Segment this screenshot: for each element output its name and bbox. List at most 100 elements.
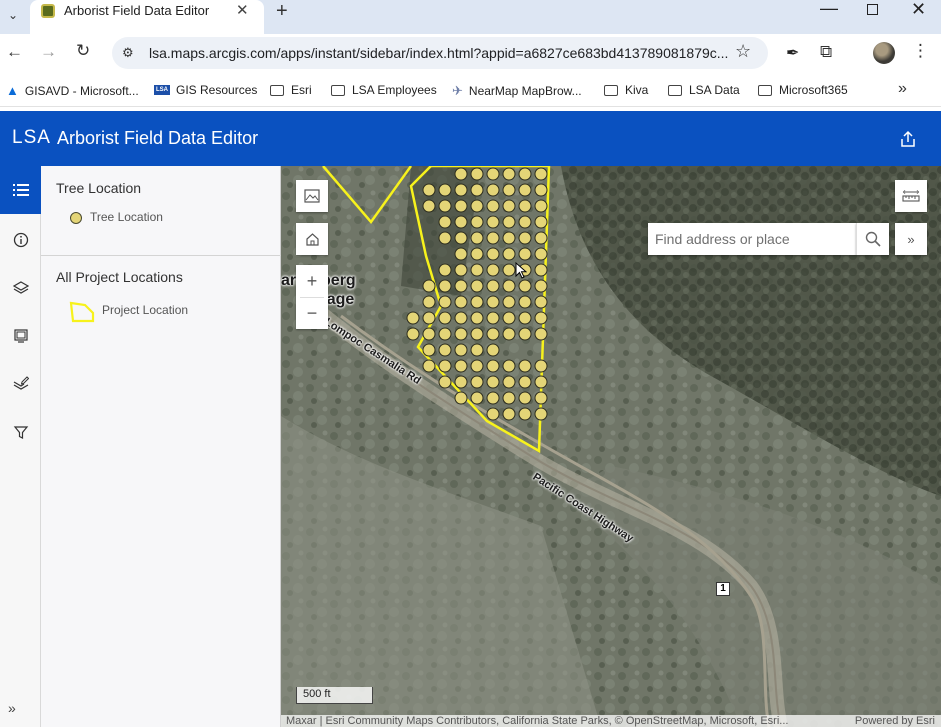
bookmarks-overflow-chevron-icon[interactable]: » [898,80,907,98]
tree-location-point[interactable] [518,407,532,421]
tree-location-point[interactable] [454,343,468,357]
zoom-in-button[interactable]: + [296,265,328,297]
tree-location-point[interactable] [518,311,532,325]
tree-location-point[interactable] [502,199,516,213]
bookmark-microsoft365[interactable]: Microsoft365 [758,83,848,97]
tree-location-point[interactable] [502,375,516,389]
window-maximize-button[interactable] [867,4,878,15]
tree-location-point[interactable] [422,295,436,309]
tree-location-point[interactable] [502,391,516,405]
edit-layers-icon[interactable] [0,360,41,408]
tree-location-point[interactable] [406,327,420,341]
tree-location-point[interactable] [486,375,500,389]
tree-location-point[interactable] [518,327,532,341]
bookmark-lsa-employees[interactable]: LSA Employees [331,83,437,97]
tree-location-point[interactable] [486,343,500,357]
tree-location-point[interactable] [454,311,468,325]
tree-location-point[interactable] [518,375,532,389]
map-view[interactable]: arrenberg Village Lompoc Casmalia Rd Pac… [281,166,941,727]
bookmark-star-icon[interactable]: ☆ [735,41,751,62]
tree-location-point[interactable] [534,295,548,309]
tree-location-point[interactable] [454,279,468,293]
legend-list-icon[interactable] [0,166,41,214]
tree-location-point[interactable] [470,391,484,405]
tree-location-point[interactable] [438,327,452,341]
tree-location-point[interactable] [454,391,468,405]
filter-icon[interactable] [0,408,41,456]
tree-location-point[interactable] [534,359,548,373]
bookmark-lsa-data[interactable]: LSA Data [668,83,740,97]
tree-location-point[interactable] [470,375,484,389]
tree-location-point[interactable] [486,311,500,325]
tree-location-point[interactable] [438,199,452,213]
tree-location-point[interactable] [518,215,532,229]
zoom-out-button[interactable]: − [296,297,328,329]
tree-location-point[interactable] [454,183,468,197]
tree-location-point[interactable] [438,343,452,357]
search-button[interactable] [856,223,889,255]
tree-location-point[interactable] [502,327,516,341]
basemap-toggle-button[interactable] [296,180,328,212]
tree-location-point[interactable] [534,263,548,277]
measure-button[interactable] [895,180,927,212]
bookmark-kiva[interactable]: Kiva [604,83,648,97]
bookmark-gisavd[interactable]: ▲ GISAVD - Microsoft... [6,83,139,98]
tree-location-point[interactable] [502,359,516,373]
tree-location-point[interactable] [534,183,548,197]
tree-location-point[interactable] [470,295,484,309]
tree-location-point[interactable] [454,231,468,245]
tree-location-point[interactable] [534,375,548,389]
tree-location-point[interactable] [438,359,452,373]
tree-location-point[interactable] [454,375,468,389]
basemap-gallery-icon[interactable] [0,312,41,360]
browser-menu-kebab-icon[interactable]: ⋮ [912,41,929,61]
tree-location-point[interactable] [518,199,532,213]
tree-location-point[interactable] [502,183,516,197]
tree-location-point[interactable] [422,343,436,357]
window-minimize-button[interactable]: — [820,0,838,19]
tree-location-point[interactable] [486,183,500,197]
tree-location-point[interactable] [422,327,436,341]
bookmark-gis-resources[interactable]: LSA GIS Resources [154,83,257,97]
home-button[interactable] [296,223,328,255]
tree-location-point[interactable] [486,359,500,373]
tree-location-point[interactable] [406,311,420,325]
tree-location-point[interactable] [422,359,436,373]
tree-location-point[interactable] [470,359,484,373]
address-bar[interactable]: ⚙ lsa.maps.arcgis.com/apps/instant/sideb… [112,37,768,69]
tree-location-point[interactable] [422,279,436,293]
tree-location-point[interactable] [438,215,452,229]
tree-location-point[interactable] [534,327,548,341]
tree-location-point[interactable] [486,199,500,213]
tree-location-point[interactable] [534,311,548,325]
tree-location-point[interactable] [470,327,484,341]
forward-arrow-icon[interactable]: → [40,42,57,62]
tree-location-point[interactable] [534,215,548,229]
tree-location-point[interactable] [518,359,532,373]
tree-location-point[interactable] [470,279,484,293]
tree-location-point[interactable] [454,199,468,213]
tree-location-point[interactable] [422,199,436,213]
tree-location-point[interactable] [502,407,516,421]
layers-icon[interactable] [0,264,41,312]
tree-location-point[interactable] [534,167,548,181]
tree-location-point[interactable] [470,343,484,357]
tree-location-point[interactable] [454,247,468,261]
tree-location-point[interactable] [454,295,468,309]
tree-location-point[interactable] [454,167,468,181]
tree-location-point[interactable] [502,295,516,309]
eyedropper-extension-icon[interactable]: ✒ [786,43,799,63]
bookmark-esri[interactable]: Esri [270,83,312,97]
search-input[interactable] [648,223,856,255]
tab-search-chevron-icon[interactable]: ⌄ [2,4,24,26]
tree-location-point[interactable] [486,279,500,293]
profile-avatar[interactable] [873,42,895,64]
tree-location-point[interactable] [438,279,452,293]
tree-location-point[interactable] [438,263,452,277]
new-tab-button[interactable]: + [276,0,288,23]
tree-location-point[interactable] [502,311,516,325]
tree-location-point[interactable] [518,167,532,181]
tree-location-point[interactable] [470,199,484,213]
tree-location-point[interactable] [438,375,452,389]
tree-location-point[interactable] [470,263,484,277]
